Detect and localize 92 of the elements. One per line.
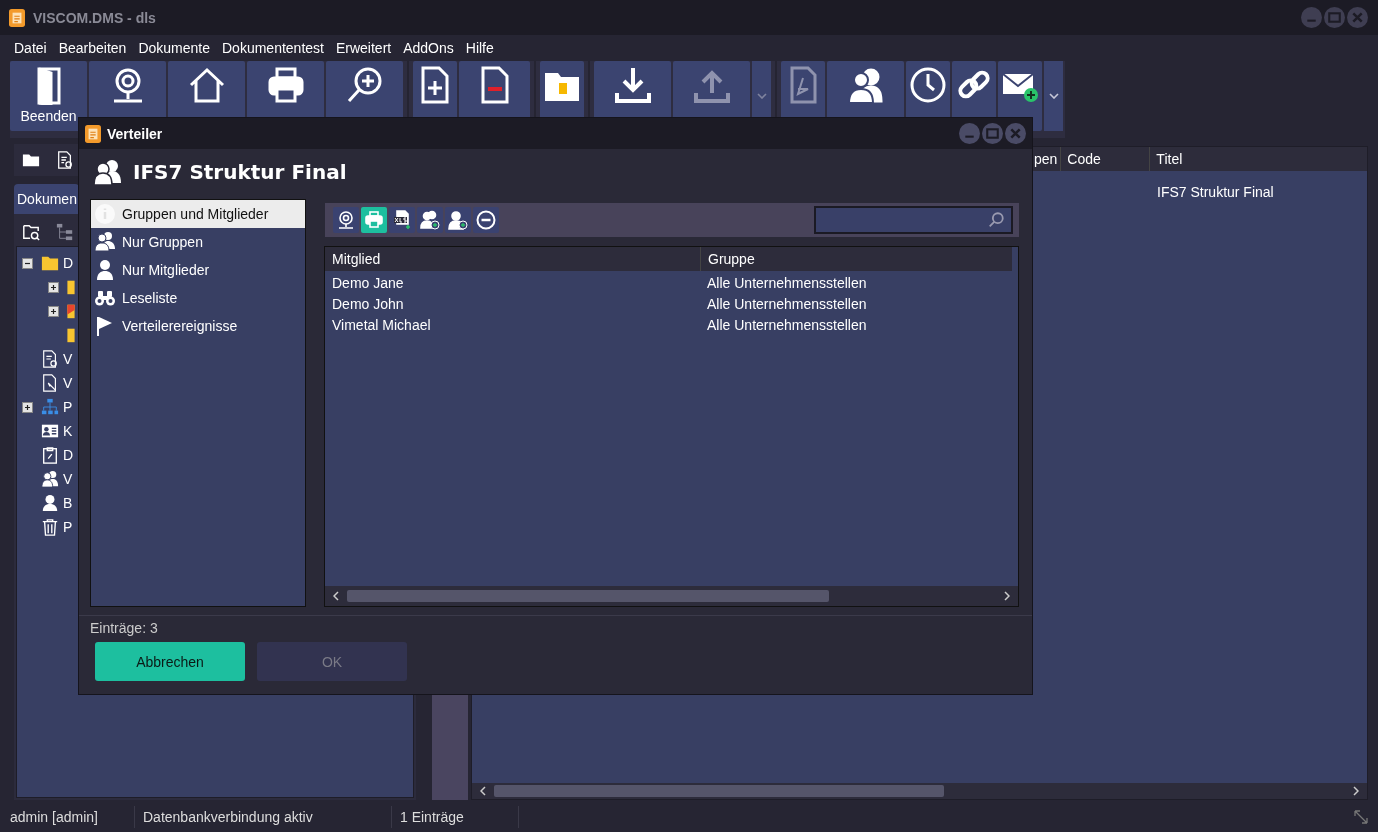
- people-icon: [94, 231, 116, 253]
- nav-item[interactable]: Verteilerereignisse: [91, 312, 305, 340]
- clipboard-icon: [41, 446, 59, 464]
- tree-structure-icon[interactable]: [56, 223, 74, 241]
- column-header[interactable]: pen: [1034, 147, 1062, 171]
- expander-icon[interactable]: [22, 401, 33, 413]
- column-header[interactable]: Code: [1061, 147, 1151, 171]
- folder-icon: [67, 302, 75, 320]
- horizontal-scrollbar[interactable]: [472, 783, 1367, 799]
- table-cell-text: Demo Jane: [331, 274, 405, 291]
- tree-item[interactable]: V: [63, 351, 73, 367]
- person-icon: [41, 494, 59, 512]
- status-text: admin [admin]: [10, 806, 135, 828]
- menu-item[interactable]: Erweitert: [335, 40, 392, 56]
- nav-item[interactable]: Nur Mitglieder: [91, 256, 305, 284]
- app-logo-icon: [9, 7, 25, 28]
- status-text: 1 Einträge: [392, 806, 519, 828]
- app-logo-icon: [85, 124, 101, 143]
- table-cell-text: Alle Unternehmensstellen: [706, 316, 868, 333]
- table-cell-text: Demo John: [331, 295, 405, 312]
- scroll-right-icon[interactable]: [1004, 591, 1010, 601]
- toolbar-button[interactable]: Beenden: [10, 61, 87, 131]
- scroll-left-icon[interactable]: [480, 786, 486, 796]
- column-header[interactable]: Mitglied: [325, 247, 701, 271]
- nav-item[interactable]: Gruppen und Mitglieder: [91, 200, 305, 228]
- menu-item[interactable]: Bearbeiten: [58, 40, 127, 56]
- xls-export-icon: [392, 210, 412, 230]
- cancel-button[interactable]: Abbrechen: [95, 642, 245, 681]
- menu-item[interactable]: Datei: [14, 40, 47, 56]
- trash-icon: [41, 518, 59, 536]
- tree-item[interactable]: P: [63, 519, 73, 535]
- document-search-icon[interactable]: [56, 151, 74, 169]
- folder-icon: [41, 254, 59, 272]
- people-icon: [41, 470, 59, 488]
- column-header[interactable]: Gruppe: [701, 247, 1012, 271]
- tree-item[interactable]: K: [63, 423, 73, 439]
- remove-icon: [476, 210, 496, 230]
- table-cell: IFS7 Struktur Final: [1157, 184, 1274, 200]
- nav-item[interactable]: Leseliste: [91, 284, 305, 312]
- column-header[interactable]: Titel: [1150, 147, 1367, 171]
- table-cell-text: Alle Unternehmensstellen: [706, 274, 868, 291]
- tree-item[interactable]: P: [63, 399, 73, 415]
- caret-icon: [756, 93, 767, 99]
- scroll-left-icon[interactable]: [333, 591, 339, 601]
- entry-count: Einträge: 3: [89, 619, 159, 636]
- clock-icon: [908, 65, 948, 105]
- people-icon: [93, 159, 123, 185]
- menu-item[interactable]: Dokumententest: [222, 40, 324, 56]
- nav-item[interactable]: Nur Gruppen: [91, 228, 305, 256]
- info-icon: [94, 203, 116, 225]
- tree-item[interactable]: V: [63, 471, 73, 487]
- document-edit-icon: [41, 374, 59, 392]
- lifebuoy-icon: [336, 210, 356, 230]
- tree-item[interactable]: D: [63, 447, 74, 463]
- search-folder-icon[interactable]: [22, 223, 40, 241]
- search-field[interactable]: [814, 206, 1013, 234]
- menu-item[interactable]: Hilfe: [465, 40, 494, 56]
- tree-item[interactable]: V: [63, 375, 73, 391]
- tool-button[interactable]: [389, 207, 415, 233]
- printer-icon: [364, 210, 384, 230]
- person-icon: [94, 259, 116, 281]
- document-search-icon: [41, 350, 59, 368]
- hierarchy-icon: [41, 398, 59, 416]
- expander-icon[interactable]: [48, 305, 59, 317]
- tree-item[interactable]: D: [63, 255, 74, 271]
- window-title: VISCOM.DMS - dls: [33, 9, 156, 26]
- resize-grip-icon[interactable]: [1354, 810, 1368, 824]
- dialog-heading: IFS7 Struktur Final: [133, 160, 347, 184]
- search-icon[interactable]: [987, 211, 1005, 229]
- folder-icon: [67, 278, 75, 296]
- table-cell-text: Vimetal Michael: [331, 316, 432, 333]
- table-cell-text: Alle Unternehmensstellen: [706, 295, 868, 312]
- horizontal-scrollbar[interactable]: [325, 586, 1018, 606]
- tool-button[interactable]: [333, 207, 359, 233]
- expander-icon[interactable]: [48, 281, 59, 293]
- tree-item[interactable]: B: [63, 495, 73, 511]
- add-group-icon: [420, 210, 440, 230]
- add-person-icon: [448, 210, 468, 230]
- download-icon: [612, 65, 653, 105]
- expander-icon[interactable]: [22, 257, 33, 269]
- tool-button[interactable]: [473, 207, 499, 233]
- folder-icon: [67, 326, 75, 344]
- contact-card-icon: [41, 422, 59, 440]
- status-text: Datenbankverbindung aktiv: [135, 806, 392, 828]
- tool-button[interactable]: [417, 207, 443, 233]
- caret-icon: [1048, 93, 1059, 99]
- dialog-title: Verteiler: [107, 125, 163, 142]
- scroll-right-icon[interactable]: [1353, 786, 1359, 796]
- menu-item[interactable]: AddOns: [403, 40, 454, 56]
- tool-button[interactable]: [445, 207, 471, 233]
- panel-tab[interactable]: Dokumen: [14, 184, 79, 214]
- menu-item[interactable]: Dokumente: [138, 40, 210, 56]
